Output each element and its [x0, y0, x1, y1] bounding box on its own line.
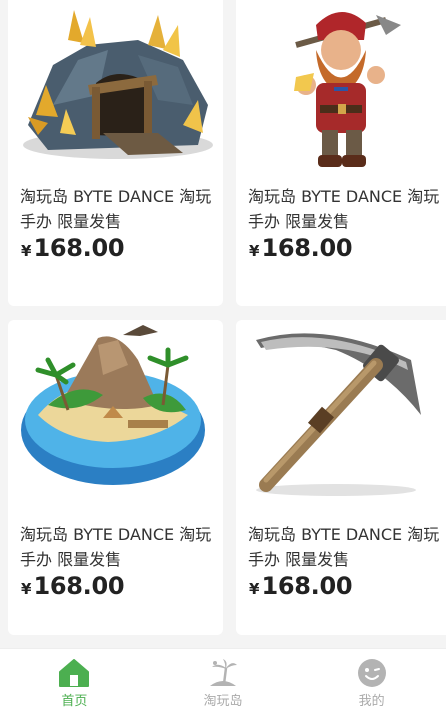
tropical-island-icon — [8, 320, 223, 500]
home-icon — [59, 658, 90, 688]
product-price: ¥168.00 — [249, 234, 353, 262]
product-price: ¥168.00 — [21, 234, 125, 262]
product-grid: 淘玩岛 BYTE DANCE 淘玩手办 限量发售 ¥168.00 淘玩岛 BYT… — [0, 0, 446, 648]
tab-label: 首页 — [61, 694, 88, 709]
currency-symbol: ¥ — [21, 242, 32, 260]
product-title: 淘玩岛 BYTE DANCE 淘玩手办 限量发售 — [20, 525, 212, 569]
tab-profile[interactable]: 我的 — [297, 649, 446, 709]
price-value: 168.00 — [33, 234, 125, 262]
bottom-tab-bar: 首页 淘玩岛 我的 — [0, 648, 446, 709]
price-value: 168.00 — [261, 234, 353, 262]
product-price: ¥168.00 — [249, 572, 353, 600]
crystal-mine-icon — [8, 0, 223, 180]
product-title: 淘玩岛 BYTE DANCE 淘玩手办 限量发售 — [20, 187, 212, 231]
dwarf-miner-icon — [236, 0, 446, 180]
product-price: ¥168.00 — [21, 572, 125, 600]
product-card[interactable]: 淘玩岛 BYTE DANCE 淘玩手办 限量发售 ¥168.00 — [236, 320, 446, 635]
tab-home[interactable]: 首页 — [0, 649, 149, 709]
profile-icon — [357, 658, 387, 688]
product-card[interactable]: 淘玩岛 BYTE DANCE 淘玩手办 限量发售 ¥168.00 — [8, 0, 223, 306]
tab-label: 淘玩岛 — [203, 694, 243, 709]
product-card[interactable]: 淘玩岛 BYTE DANCE 淘玩手办 限量发售 ¥168.00 — [8, 320, 223, 635]
product-title: 淘玩岛 BYTE DANCE 淘玩手办 限量发售 — [248, 187, 440, 231]
product-card[interactable]: 淘玩岛 BYTE DANCE 淘玩手办 限量发售 ¥168.00 — [236, 0, 446, 306]
tab-island[interactable]: 淘玩岛 — [149, 649, 298, 709]
island-icon — [208, 658, 238, 688]
price-value: 168.00 — [33, 572, 125, 600]
product-title: 淘玩岛 BYTE DANCE 淘玩手办 限量发售 — [248, 525, 440, 569]
currency-symbol: ¥ — [249, 242, 260, 260]
currency-symbol: ¥ — [249, 580, 260, 598]
pickaxe-icon — [236, 320, 446, 500]
price-value: 168.00 — [261, 572, 353, 600]
currency-symbol: ¥ — [21, 580, 32, 598]
tab-label: 我的 — [358, 694, 385, 709]
